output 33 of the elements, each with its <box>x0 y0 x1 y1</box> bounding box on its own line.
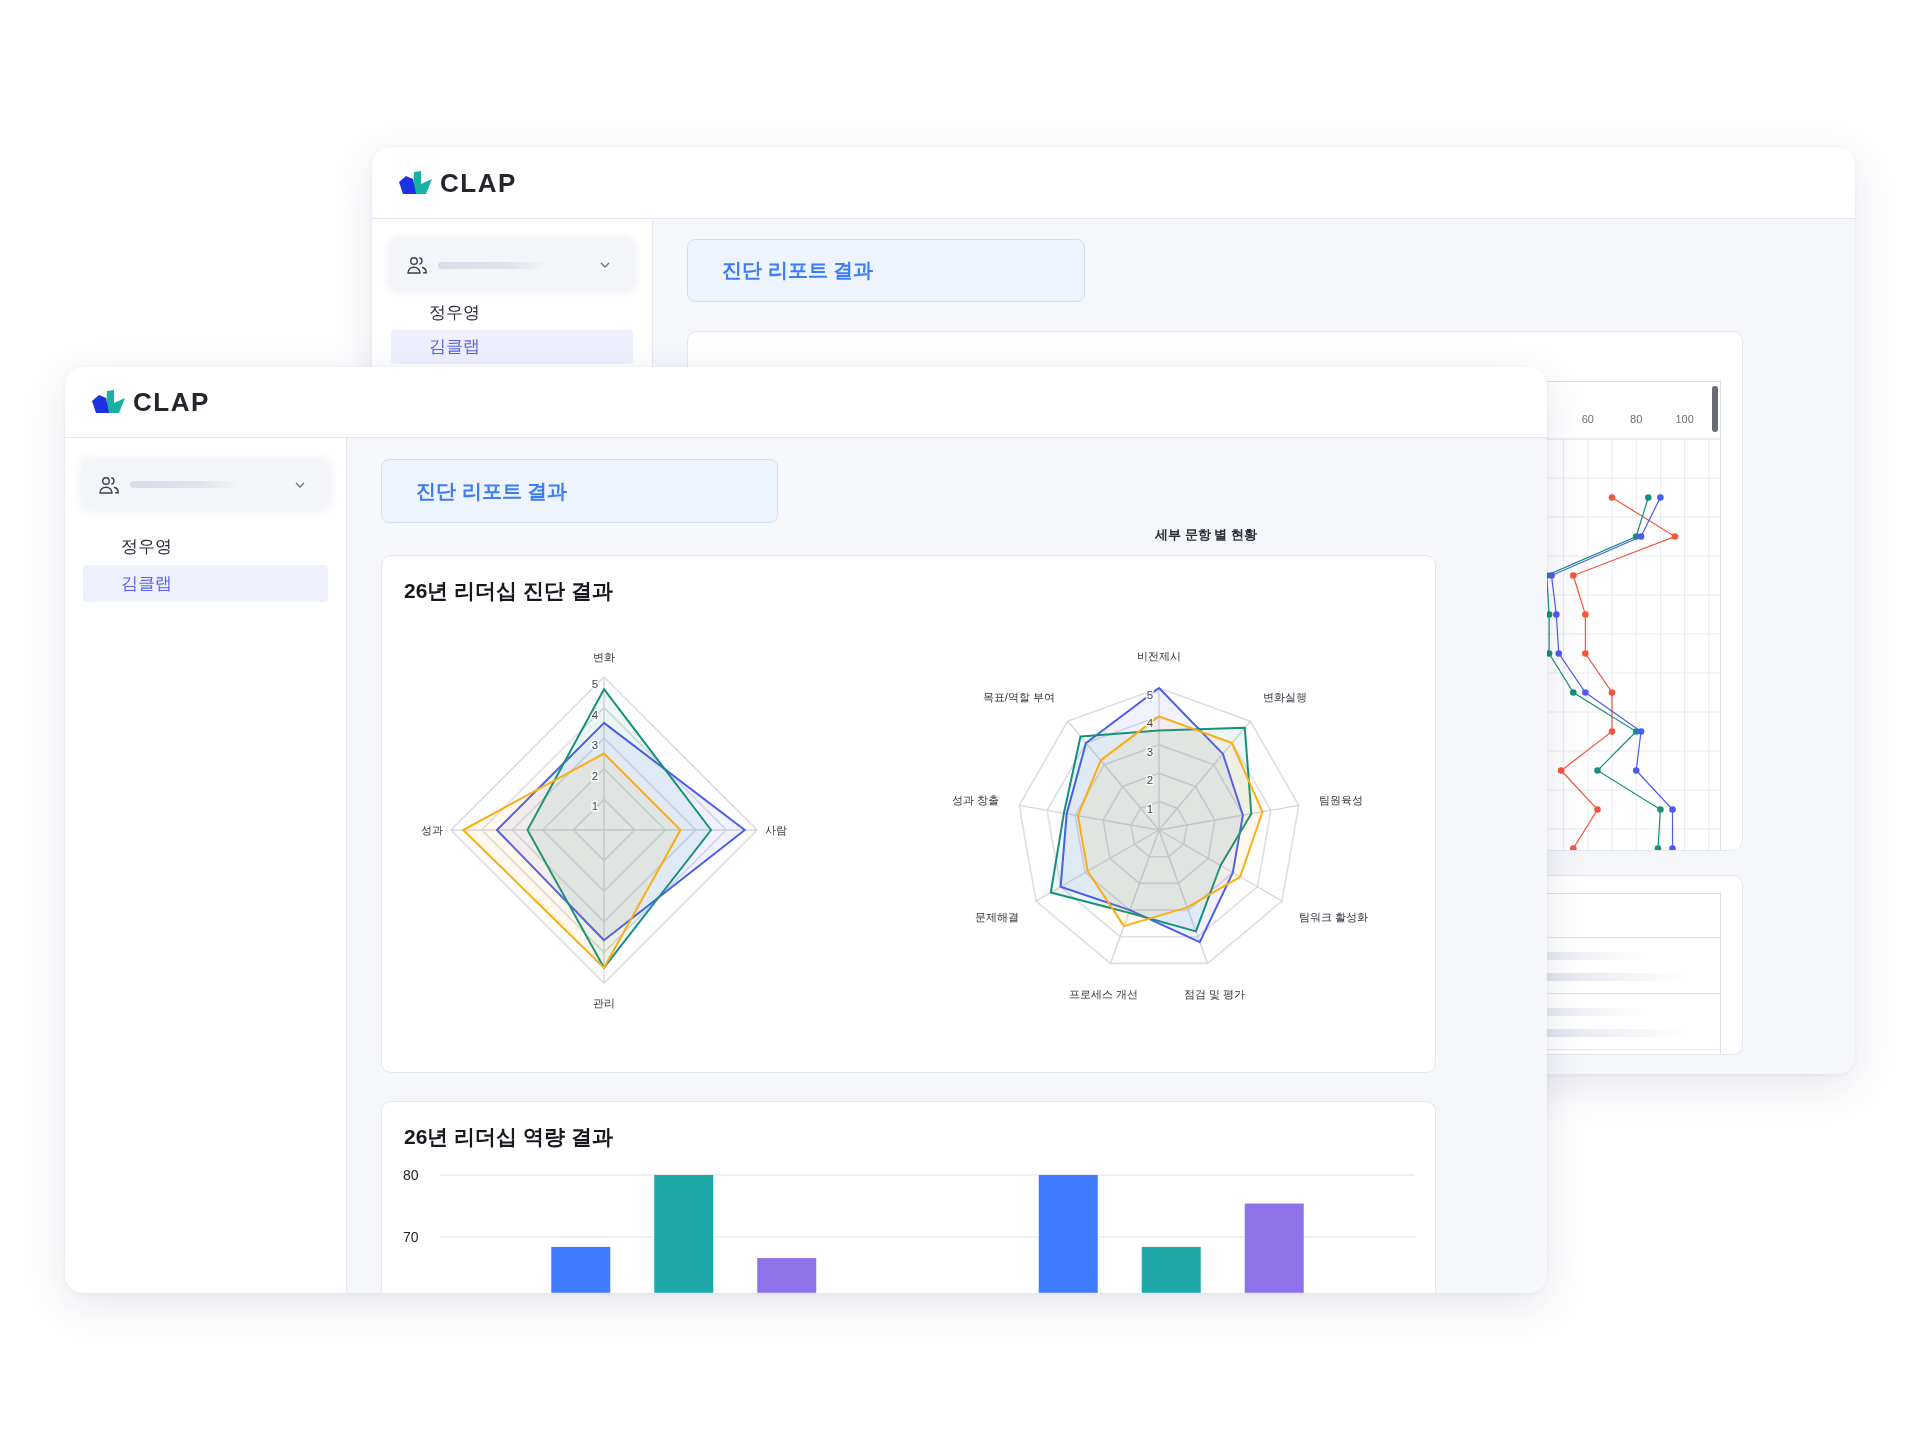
axis-label: 변화실행 <box>1263 690 1308 703</box>
tick-label: 100 <box>1675 413 1694 425</box>
tick-label: 1 <box>1146 802 1154 815</box>
tick-label: 60 <box>1581 413 1594 425</box>
page-title: 진단 리포트 결과 <box>381 459 778 523</box>
axis-label: 프로세스 개선 <box>1069 987 1139 1000</box>
tick-label: 2 <box>1146 774 1154 787</box>
tick-label: 70 <box>403 1229 419 1245</box>
tick-label: 5 <box>591 678 599 690</box>
card-title: 26년 리더십 진단 결과 <box>404 578 614 604</box>
tick-label: 3 <box>591 739 599 752</box>
tick-label: 80 <box>403 1167 419 1183</box>
logo-text: CLAP <box>133 387 210 417</box>
axis-label: 관리 <box>593 997 615 1009</box>
page-title: 진단 리포트 결과 <box>687 239 1085 302</box>
axis-label: 문제해결 <box>974 911 1019 923</box>
axis-label: 변화 <box>593 651 615 663</box>
card-title: 26년 리더십 역량 결과 <box>404 1124 614 1150</box>
axis-label: 점검 및 평가 <box>1183 987 1245 1000</box>
axis-label: 성과 <box>421 824 443 836</box>
axis-label: 비전제시 <box>1137 650 1181 662</box>
tick-label: 1 <box>591 800 599 813</box>
axis-label: 팀워크 활성화 <box>1299 911 1369 923</box>
logo-text: CLAP <box>440 167 517 198</box>
axis-label: 목표/역할 부여 <box>982 690 1055 703</box>
axis-label: 사람 <box>765 824 787 836</box>
tick-label: 2 <box>591 769 599 782</box>
section-label: 세부 문항 별 현황 <box>1155 527 1257 542</box>
axis-label: 성과 창출 <box>952 793 1000 806</box>
axis-label: 팀원육성 <box>1318 793 1363 806</box>
tick-label: 80 <box>1630 413 1643 425</box>
tick-label: 4 <box>591 708 599 721</box>
tick-label: 3 <box>1146 745 1154 758</box>
